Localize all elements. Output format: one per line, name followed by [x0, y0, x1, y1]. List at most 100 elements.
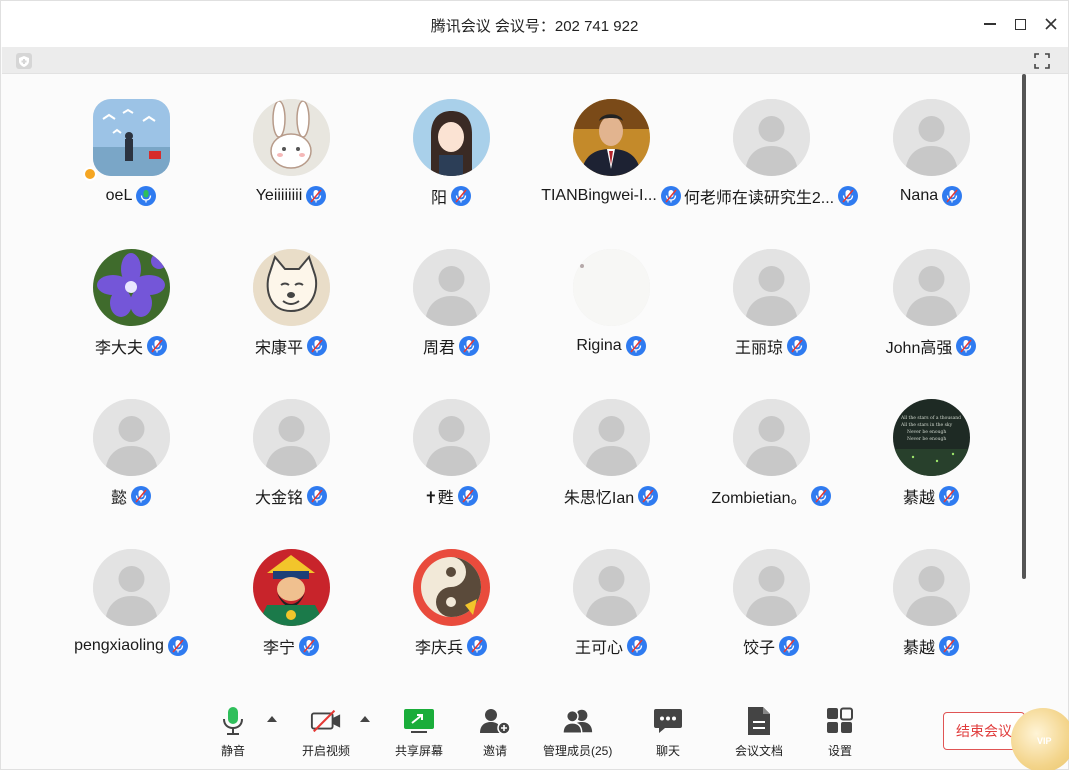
participant-name: 饺子 — [742, 640, 775, 657]
participant-scrollbar[interactable] — [1022, 74, 1026, 579]
participant-tile[interactable]: Yeiiiiiiii — [211, 75, 371, 225]
start-video-label: 开启视频 — [302, 744, 351, 758]
participant-avatar — [253, 549, 330, 626]
host-badge-icon — [83, 167, 97, 181]
meeting-window: 腾讯会议 会议号：202 741 922 oeL Yeiiiiiiii 阳 TIANB… — [0, 0, 1069, 770]
participant-tile[interactable]: 王丽琼 — [691, 225, 851, 375]
participant-avatar — [413, 99, 490, 176]
participant-name: Zombietian。 — [711, 490, 807, 507]
participant-tile[interactable]: Nana — [851, 75, 1011, 225]
meeting-docs-button[interactable]: 会议文档 — [735, 706, 783, 759]
participant-tile[interactable]: 綦越 — [851, 525, 1011, 675]
share-screen-label: 共享屏幕 — [395, 744, 444, 758]
participant-name: 宋康平 — [254, 340, 303, 357]
participant-avatar — [413, 399, 490, 476]
mic-muted-icon — [459, 336, 479, 356]
participant-tile[interactable]: 李大夫 — [51, 225, 211, 375]
participant-tile[interactable]: 李庆兵 — [371, 525, 531, 675]
participant-avatar — [733, 549, 810, 626]
fullscreen-icon[interactable] — [1033, 52, 1051, 70]
video-options-caret[interactable] — [360, 716, 370, 722]
participant-tile[interactable]: Rigina — [531, 225, 691, 375]
participant-name: Yeiiiiiiii — [255, 187, 303, 204]
participant-name: TIANBingwei-I... — [541, 187, 657, 204]
participant-tile[interactable]: John高强 — [851, 225, 1011, 375]
settings-button[interactable]: 设置 — [824, 706, 856, 759]
mic-muted-icon — [939, 486, 959, 506]
members-icon — [561, 706, 594, 736]
meeting-docs-label: 会议文档 — [735, 744, 784, 758]
participant-name-row: Rigina — [531, 335, 691, 357]
participant-tile[interactable]: 饺子 — [691, 525, 851, 675]
participant-name-row: Yeiiiiiiii — [211, 185, 371, 207]
participant-name: Rigina — [576, 337, 622, 354]
participant-name-row: 朱思忆Ian — [531, 485, 691, 507]
participant-avatar — [893, 249, 970, 326]
participant-name: ✝甦 — [424, 490, 454, 507]
participant-name-row: 阳 — [371, 185, 531, 207]
participant-name: 懿 — [110, 490, 127, 507]
audio-options-caret[interactable] — [267, 716, 277, 722]
start-video-button[interactable]: 开启视频 — [302, 706, 350, 759]
participant-avatar — [733, 249, 810, 326]
maximize-button[interactable] — [1009, 13, 1031, 35]
participant-name-row: 李大夫 — [51, 335, 211, 357]
close-button[interactable] — [1040, 13, 1062, 35]
invite-label: 邀请 — [482, 744, 507, 758]
mute-button[interactable]: 静音 — [217, 706, 249, 759]
participant-tile[interactable]: 朱思忆Ian — [531, 375, 691, 525]
participant-grid: oeL Yeiiiiiiii 阳 TIANBingwei-I... 何老师在读研究生2.… — [1, 75, 1021, 695]
participant-avatar — [733, 99, 810, 176]
participant-name-row: 大金铭 — [211, 485, 371, 507]
document-icon — [743, 706, 775, 736]
participant-name-row: Zombietian。 — [691, 485, 851, 507]
participant-name-row: 何老师在读研究生2... — [684, 185, 859, 207]
participant-tile[interactable]: pengxiaoling — [51, 525, 211, 675]
window-title: 腾讯会议 会议号：202 741 922 — [430, 18, 639, 35]
participant-name-row: 綦越 — [851, 635, 1011, 657]
security-shield-button[interactable] — [16, 53, 32, 69]
participant-avatar — [93, 549, 170, 626]
participant-avatar — [573, 249, 650, 326]
mic-muted-icon — [299, 636, 319, 656]
microphone-icon — [217, 706, 249, 736]
participant-name-row: Nana — [851, 185, 1011, 207]
participant-avatar — [413, 249, 490, 326]
participant-tile[interactable]: 周君 — [371, 225, 531, 375]
participant-avatar — [93, 99, 170, 176]
participant-tile[interactable]: Zombietian。 — [691, 375, 851, 525]
manage-members-button[interactable]: 管理成员(25) — [543, 706, 612, 759]
participant-tile[interactable]: 宋康平 — [211, 225, 371, 375]
participant-tile[interactable]: 何老师在读研究生2... — [684, 75, 859, 225]
mic-muted-icon — [306, 186, 327, 206]
participant-tile[interactable]: 王可心 — [531, 525, 691, 675]
participant-tile[interactable]: 阳 — [371, 75, 531, 225]
vip-badge[interactable]: VIP — [1011, 708, 1069, 770]
mic-muted-icon — [457, 486, 478, 506]
participant-tile[interactable]: 大金铭 — [211, 375, 371, 525]
participant-tile[interactable]: All the stars of a thousand All the stars… — [851, 375, 1011, 525]
mic-muted-icon — [131, 486, 151, 506]
participant-name: 周君 — [422, 340, 455, 357]
participant-tile[interactable]: TIANBingwei-I... — [531, 75, 691, 225]
chat-button[interactable]: 聊天 — [652, 706, 684, 759]
share-screen-button[interactable]: 共享屏幕 — [395, 706, 443, 759]
participant-avatar — [93, 249, 170, 326]
participant-tile[interactable]: 懿 — [51, 375, 211, 525]
participant-name: 李大夫 — [94, 340, 143, 357]
participant-name-row: 周君 — [371, 335, 531, 357]
chat-bubble-icon — [652, 706, 684, 736]
participant-name-row: pengxiaoling — [51, 635, 211, 657]
mic-muted-icon — [939, 636, 959, 656]
participant-avatar: All the stars of a thousand All the stars… — [893, 399, 970, 476]
shield-icon — [19, 55, 29, 67]
participant-tile[interactable]: oeL — [51, 75, 211, 225]
video-off-icon — [310, 706, 342, 736]
invite-button[interactable]: 邀请 — [479, 706, 511, 759]
participant-tile[interactable]: 李宁 — [211, 525, 371, 675]
svg-text:All the stars of a thousand: All the stars of a thousand — [900, 415, 961, 421]
share-screen-icon — [403, 706, 435, 736]
minimize-button[interactable] — [979, 13, 1001, 35]
participant-tile[interactable]: ✝甦 — [371, 375, 531, 525]
participant-name-row: ✝甦 — [371, 485, 531, 507]
